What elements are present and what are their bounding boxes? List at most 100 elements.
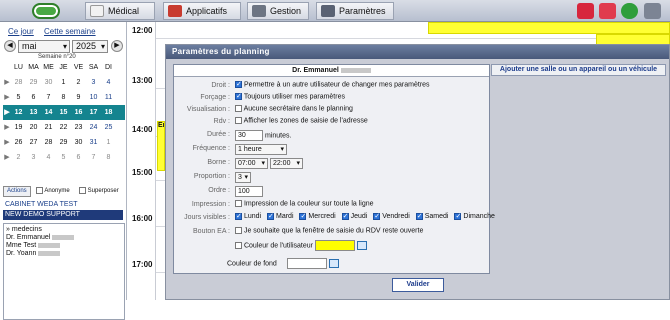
refresh-icon[interactable]: [621, 3, 638, 19]
dimanche-checkbox[interactable]: [454, 212, 462, 220]
jeudi-checkbox[interactable]: [341, 212, 349, 220]
color-picker-icon[interactable]: [328, 259, 339, 268]
calendar-day[interactable]: 5: [56, 150, 71, 165]
select-week-icon[interactable]: ▶: [3, 90, 11, 105]
vendredi-checkbox[interactable]: [373, 212, 381, 220]
prev-month-icon[interactable]: ◀: [4, 40, 16, 52]
year-select[interactable]: 2025: [72, 40, 108, 53]
calendar-day[interactable]: 3: [86, 75, 101, 90]
calendar-day[interactable]: 9: [71, 90, 86, 105]
add-room-button[interactable]: Ajouter une salle ou un appareil ou un v…: [491, 64, 666, 76]
calendar-day[interactable]: 6: [26, 90, 41, 105]
samedi-checkbox[interactable]: [415, 212, 423, 220]
select-week-icon[interactable]: ▶: [3, 120, 11, 135]
close-icon[interactable]: [644, 3, 661, 19]
calendar-day[interactable]: 29: [56, 135, 71, 150]
couleur-swatch[interactable]: [314, 240, 355, 251]
calendar-day[interactable]: 24: [86, 120, 101, 135]
documents-icon[interactable]: [599, 3, 616, 19]
calendar-week[interactable]: ▶ 5 6 7 8 9 10 11: [3, 90, 125, 105]
select-week-icon[interactable]: ▶: [3, 75, 11, 90]
fond-input[interactable]: [286, 258, 327, 269]
actions-button[interactable]: Actions: [3, 186, 31, 197]
calendar-day[interactable]: 29: [26, 75, 41, 90]
calendar-day[interactable]: 27: [26, 135, 41, 150]
calendar-day[interactable]: 1: [56, 75, 71, 90]
calendar-day[interactable]: 13: [26, 105, 41, 120]
mardi-checkbox[interactable]: [267, 212, 275, 220]
agenda-icon[interactable]: [577, 3, 594, 19]
calendar-day[interactable]: 31: [86, 135, 101, 150]
calendar-day[interactable]: 3: [26, 150, 41, 165]
calendar-day[interactable]: 6: [71, 150, 86, 165]
calendar-day[interactable]: 2: [71, 75, 86, 90]
ordre-input[interactable]: 100: [235, 186, 263, 197]
calendar-day[interactable]: 17: [86, 105, 101, 120]
calendar-day[interactable]: 15: [56, 105, 71, 120]
droit-checkbox[interactable]: [235, 80, 242, 88]
calendar-day[interactable]: 23: [71, 120, 86, 135]
frequence-select[interactable]: 1 heure: [235, 144, 287, 155]
color-picker-icon[interactable]: [356, 241, 367, 250]
tab-parametres[interactable]: Paramètres: [316, 2, 394, 20]
calendar-day[interactable]: 25: [101, 120, 116, 135]
next-month-icon[interactable]: ▶: [111, 40, 123, 52]
select-week-icon[interactable]: ▶: [3, 105, 11, 120]
calendar-day[interactable]: 14: [41, 105, 56, 120]
doctor-item[interactable]: Mme Test: [6, 242, 122, 250]
doctor-item[interactable]: Dr. Emmanuel: [6, 234, 122, 242]
calendar-day[interactable]: 7: [86, 150, 101, 165]
appointment-block[interactable]: Em: [157, 121, 165, 171]
lundi-checkbox[interactable]: [235, 212, 242, 220]
calendar-day[interactable]: 8: [56, 90, 71, 105]
select-week-icon[interactable]: ▶: [3, 150, 11, 165]
select-week-icon[interactable]: ▶: [3, 135, 11, 150]
calendar-day[interactable]: 30: [41, 75, 56, 90]
calendar-day[interactable]: 28: [41, 135, 56, 150]
calendar-week[interactable]: ▶ 19 20 21 22 23 24 25: [3, 120, 125, 135]
calendar-day[interactable]: 16: [71, 105, 86, 120]
tab-gestion[interactable]: Gestion: [247, 2, 309, 20]
calendar-day[interactable]: 20: [26, 120, 41, 135]
calendar-day[interactable]: 1: [101, 135, 116, 150]
calendar-day[interactable]: 26: [11, 135, 26, 150]
calendar-day[interactable]: 10: [86, 90, 101, 105]
calendar-day[interactable]: 18: [101, 105, 116, 120]
validate-button[interactable]: Valider: [392, 278, 444, 292]
anonyme-checkbox[interactable]: [36, 187, 43, 194]
borne-end-select[interactable]: 22:00: [269, 158, 303, 169]
anonyme-option[interactable]: Anonyme: [36, 187, 70, 194]
calendar-day[interactable]: 21: [41, 120, 56, 135]
mercredi-checkbox[interactable]: [299, 212, 307, 220]
calendar-day[interactable]: 8: [101, 150, 116, 165]
superposer-checkbox[interactable]: [79, 187, 86, 194]
medecins-group[interactable]: » medecins: [6, 226, 122, 234]
proportion-select[interactable]: 3: [235, 172, 251, 183]
forcage-checkbox[interactable]: [235, 92, 242, 100]
couleur-checkbox[interactable]: [235, 242, 242, 249]
impression-checkbox[interactable]: [235, 200, 242, 207]
tab-medical[interactable]: Médical: [85, 2, 155, 20]
calendar-day[interactable]: 19: [11, 120, 26, 135]
calendar-week-current[interactable]: ▶ 12 13 14 15 16 17 18: [3, 105, 125, 120]
month-select[interactable]: mai: [18, 40, 70, 53]
collapse-icon[interactable]: »: [6, 226, 10, 233]
bouton-ea-checkbox[interactable]: [235, 227, 242, 234]
duree-input[interactable]: 30: [235, 130, 263, 141]
doctor-item[interactable]: Dr. Yoann: [6, 250, 122, 258]
superposer-option[interactable]: Superposer: [79, 187, 119, 194]
calendar-day[interactable]: 4: [41, 150, 56, 165]
calendar-day[interactable]: 28: [11, 75, 26, 90]
visualisation-checkbox[interactable]: [235, 105, 242, 112]
calendar-week[interactable]: ▶ 26 27 28 29 30 31 1: [3, 135, 125, 150]
calendar-day[interactable]: 12: [11, 105, 26, 120]
calendar-week[interactable]: ▶ 28 29 30 1 2 3 4: [3, 75, 125, 90]
calendar-day[interactable]: 11: [101, 90, 116, 105]
this-week-link[interactable]: Cette semaine: [44, 27, 96, 36]
calendar-week[interactable]: ▶ 2 3 4 5 6 7 8: [3, 150, 125, 165]
calendar-day[interactable]: 4: [101, 75, 116, 90]
calendar-day[interactable]: 5: [11, 90, 26, 105]
busy-block[interactable]: [428, 22, 670, 34]
tab-applicatifs[interactable]: Applicatifs: [163, 2, 241, 20]
today-link[interactable]: Ce jour: [8, 27, 34, 36]
